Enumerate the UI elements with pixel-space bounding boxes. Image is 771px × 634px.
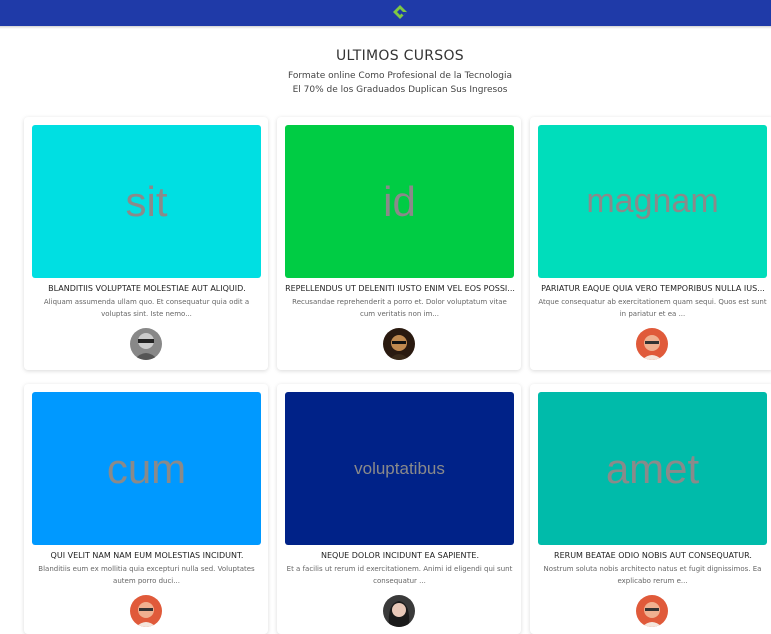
course-title[interactable]: BLANDITIIS VOLUPTATE MOLESTIAE AUT ALIQU… bbox=[28, 284, 266, 293]
instructor-avatar[interactable] bbox=[636, 328, 668, 360]
instructor-avatar[interactable] bbox=[130, 595, 162, 627]
course-title[interactable]: NEQUE DOLOR INCIDUNT EA SAPIENTE. bbox=[281, 551, 519, 560]
course-description: Blanditiis eum ex mollitia quia exceptur… bbox=[38, 565, 255, 585]
section-title: ULTIMOS CURSOS bbox=[336, 48, 464, 64]
thumbnail-text: magnam bbox=[586, 182, 719, 220]
course-title[interactable]: QUI VELIT NAM NAM EUM MOLESTIAS INCIDUNT… bbox=[28, 551, 266, 560]
course-card[interactable]: amet RERUM BEATAE ODIO NOBIS AUT CONSEQU… bbox=[530, 384, 771, 634]
course-card[interactable]: voluptatibus NEQUE DOLOR INCIDUNT EA SAP… bbox=[277, 384, 521, 634]
course-description: Nostrum soluta nobis architecto natus et… bbox=[543, 565, 762, 585]
course-card[interactable]: sit BLANDITIIS VOLUPTATE MOLESTIAE AUT A… bbox=[24, 117, 268, 370]
diamond-logo-icon[interactable] bbox=[392, 4, 408, 20]
course-thumbnail[interactable]: sit bbox=[32, 125, 261, 278]
course-title[interactable]: RERUM BEATAE ODIO NOBIS AUT CONSEQUATUR. bbox=[534, 551, 771, 560]
instructor-avatar[interactable] bbox=[383, 595, 415, 627]
course-title[interactable]: REPELLENDUS UT DELENITI IUSTO ENIM VEL E… bbox=[281, 284, 519, 293]
course-description: Et a facilis ut rerum id exercitationem.… bbox=[286, 565, 513, 585]
course-card[interactable]: id REPELLENDUS UT DELENITI IUSTO ENIM VE… bbox=[277, 117, 521, 370]
course-card[interactable]: cum QUI VELIT NAM NAM EUM MOLESTIAS INCI… bbox=[24, 384, 268, 634]
instructor-avatar[interactable] bbox=[130, 328, 162, 360]
thumbnail-text: sit bbox=[125, 177, 168, 225]
thumbnail-text: voluptatibus bbox=[354, 458, 445, 478]
course-title[interactable]: PARIATUR EAQUE QUIA VERO TEMPORIBUS NULL… bbox=[534, 284, 771, 293]
course-thumbnail[interactable]: id bbox=[285, 125, 514, 278]
section-subtitle-line2: El 70% de los Graduados Duplican Sus Ing… bbox=[292, 85, 508, 95]
thumbnail-text: amet bbox=[605, 444, 700, 492]
course-thumbnail[interactable]: magnam bbox=[538, 125, 767, 278]
course-description: Recusandae reprehenderit a porro et. Dol… bbox=[292, 298, 507, 318]
course-thumbnail[interactable]: cum bbox=[32, 392, 261, 545]
thumbnail-text: id bbox=[383, 177, 416, 225]
course-thumbnail[interactable]: amet bbox=[538, 392, 767, 545]
instructor-avatar[interactable] bbox=[636, 595, 668, 627]
course-thumbnail[interactable]: voluptatibus bbox=[285, 392, 514, 545]
navbar-shadow bbox=[0, 26, 771, 29]
top-navbar bbox=[0, 0, 771, 27]
thumbnail-text: cum bbox=[106, 444, 187, 492]
course-card[interactable]: magnam PARIATUR EAQUE QUIA VERO TEMPORIB… bbox=[530, 117, 771, 370]
course-description: Aliquam assumenda ullam quo. Et consequa… bbox=[43, 298, 250, 318]
course-description: Atque consequatur ab exercitationem quam… bbox=[538, 298, 767, 318]
section-subtitle-line1: Formate online Como Profesional de la Te… bbox=[288, 71, 512, 81]
instructor-avatar[interactable] bbox=[383, 328, 415, 360]
